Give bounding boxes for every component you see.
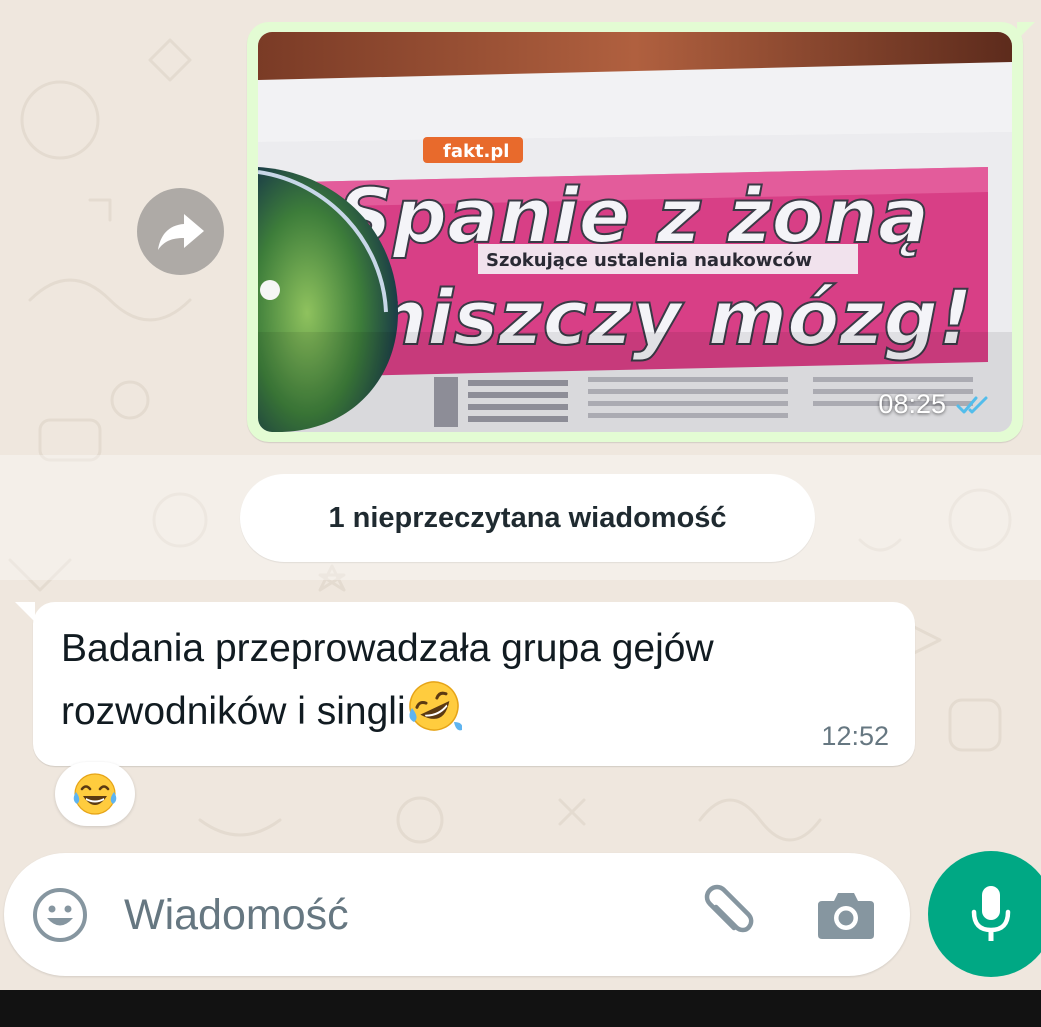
- attach-button[interactable]: [694, 883, 758, 947]
- image-meta: 08:25: [878, 389, 996, 420]
- message-text: Badania przeprowadzała grupa gejów rozwo…: [61, 627, 714, 733]
- camera-icon: [818, 893, 874, 939]
- tears-of-joy-emoji-icon: [73, 773, 117, 815]
- message-text-container: Badania przeprowadzała grupa gejów rozwo…: [61, 620, 821, 741]
- system-navigation-bar: [0, 990, 1041, 1027]
- message-timestamp: 12:52: [821, 721, 889, 751]
- outgoing-image-message[interactable]: fakt.pl Spanie z żoną Szokujące ustaleni…: [247, 22, 1035, 442]
- emoji-button[interactable]: [30, 885, 90, 945]
- message-input[interactable]: [122, 883, 666, 947]
- paperclip-icon: [704, 884, 754, 933]
- unread-divider: 1 nieprzeczytana wiadomość: [240, 474, 815, 562]
- incoming-text-message[interactable]: Badania przeprowadzała grupa gejów rozwo…: [15, 602, 915, 766]
- newspaper-photo[interactable]: fakt.pl Spanie z żoną Szokujące ustaleni…: [258, 32, 1012, 432]
- newspaper-illustration: fakt.pl Spanie z żoną Szokujące ustaleni…: [258, 32, 1012, 432]
- forward-button[interactable]: [137, 188, 224, 275]
- rolling-laughing-emoji-icon: [408, 681, 462, 731]
- bubble-tail: [1017, 22, 1035, 40]
- message-composer: [4, 853, 910, 976]
- newspaper-logo: fakt.pl: [443, 141, 509, 162]
- camera-button[interactable]: [816, 887, 876, 943]
- unread-count-label: 1 nieprzeczytana wiadomość: [328, 501, 727, 534]
- bubble-tail: [15, 602, 35, 622]
- message-reaction[interactable]: [55, 762, 135, 826]
- newspaper-subheadline: Szokujące ustalenia naukowców: [486, 250, 812, 271]
- smiley-icon: [33, 888, 87, 942]
- image-timestamp: 08:25: [878, 389, 946, 419]
- forward-arrow-icon: [157, 213, 204, 250]
- double-check-icon: [956, 396, 988, 413]
- microphone-icon: [971, 886, 1011, 941]
